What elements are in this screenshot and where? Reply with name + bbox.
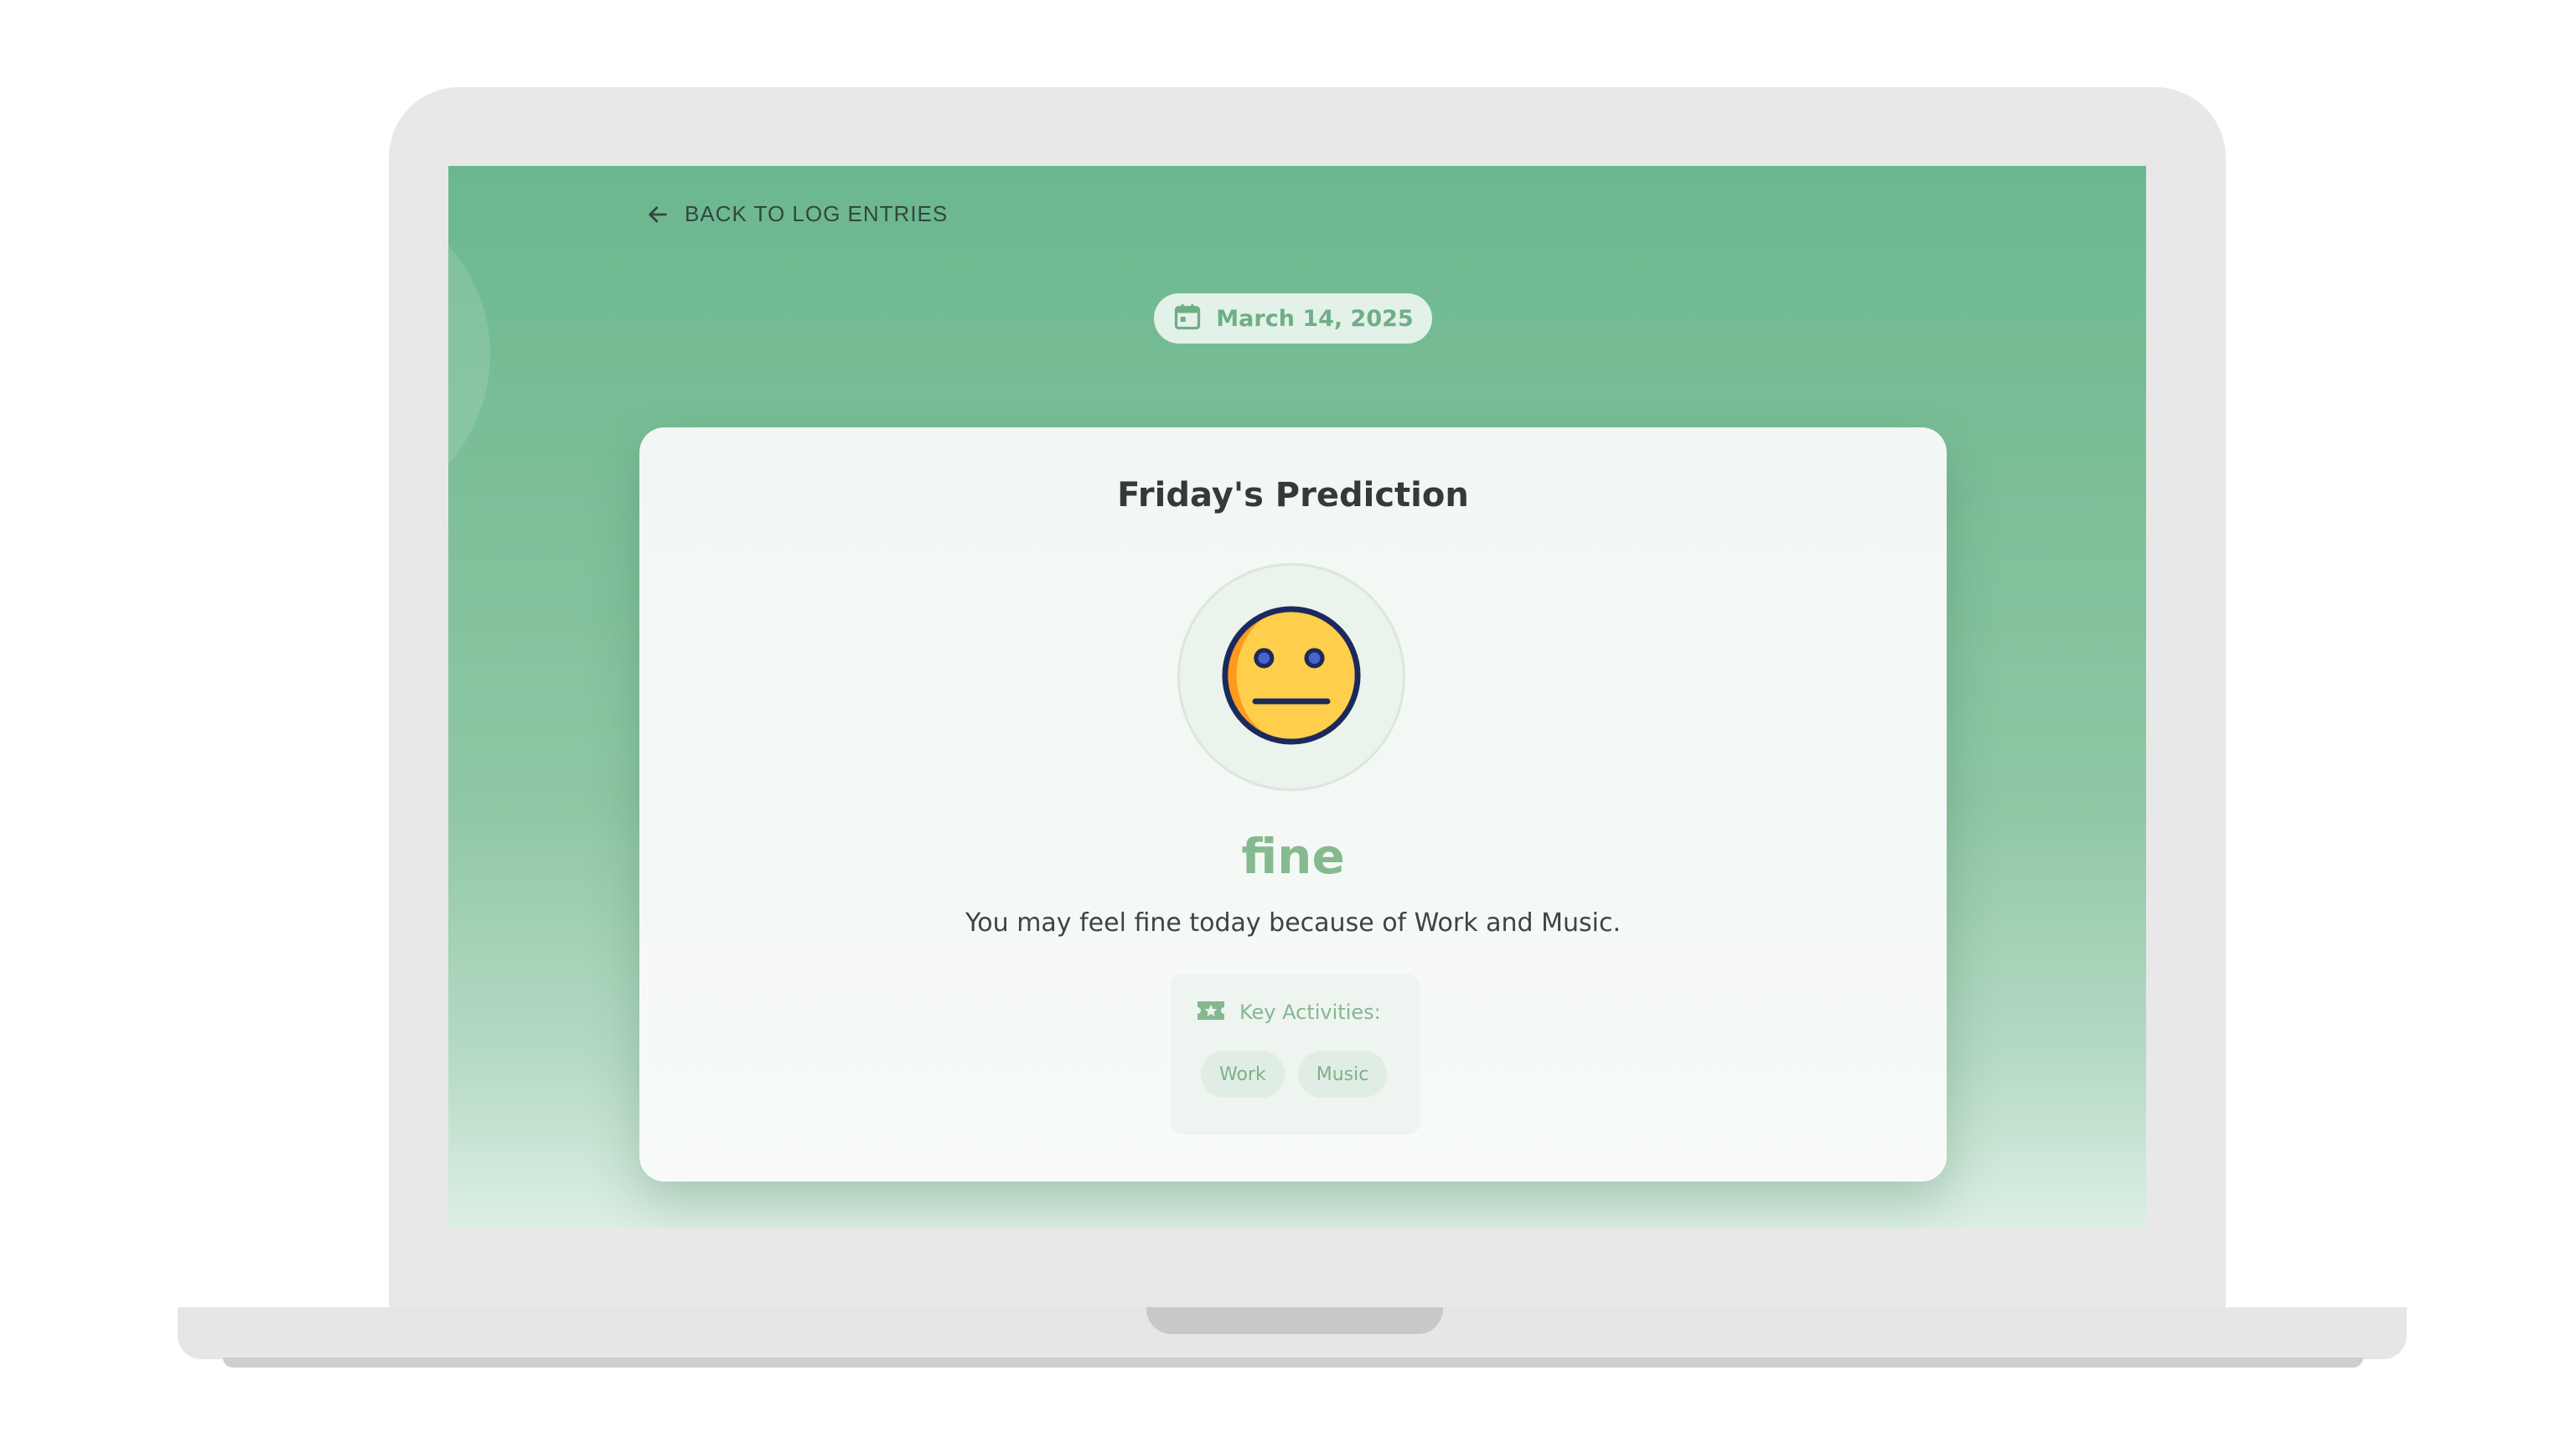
emoji-ring (1177, 563, 1405, 791)
key-activities-header: Key Activities: (1196, 999, 1381, 1026)
arrow-left-icon (646, 203, 670, 226)
decorative-circle (448, 191, 490, 518)
back-to-log-entries-link[interactable]: BACK TO LOG ENTRIES (646, 201, 948, 227)
back-link-label: BACK TO LOG ENTRIES (685, 201, 949, 226)
activity-chips: Work Music (1201, 1051, 1388, 1098)
laptop-notch (1146, 1307, 1443, 1334)
app-screen: BACK TO LOG ENTRIES March 14, 2025 Frida… (448, 166, 2146, 1228)
calendar-icon (1172, 302, 1203, 335)
mood-label: fine (1241, 828, 1345, 885)
page-canvas: BACK TO LOG ENTRIES March 14, 2025 Frida… (0, 0, 2576, 1448)
prediction-card: Friday's Prediction fine You may feel fi… (639, 427, 1947, 1182)
card-title: Friday's Prediction (1117, 476, 1469, 515)
date-text: March 14, 2025 (1216, 305, 1414, 332)
ticket-star-icon (1196, 999, 1226, 1026)
mood-description: You may feel fine today because of Work … (965, 908, 1622, 938)
date-badge: March 14, 2025 (1154, 293, 1432, 344)
activity-chip-work: Work (1201, 1051, 1285, 1098)
key-activities-label: Key Activities: (1239, 1001, 1381, 1024)
activity-chip-music: Music (1297, 1051, 1388, 1098)
key-activities-panel: Key Activities: Work Music (1171, 974, 1420, 1135)
laptop-base-shadow (223, 1358, 2363, 1368)
neutral-face-icon (1219, 603, 1363, 751)
